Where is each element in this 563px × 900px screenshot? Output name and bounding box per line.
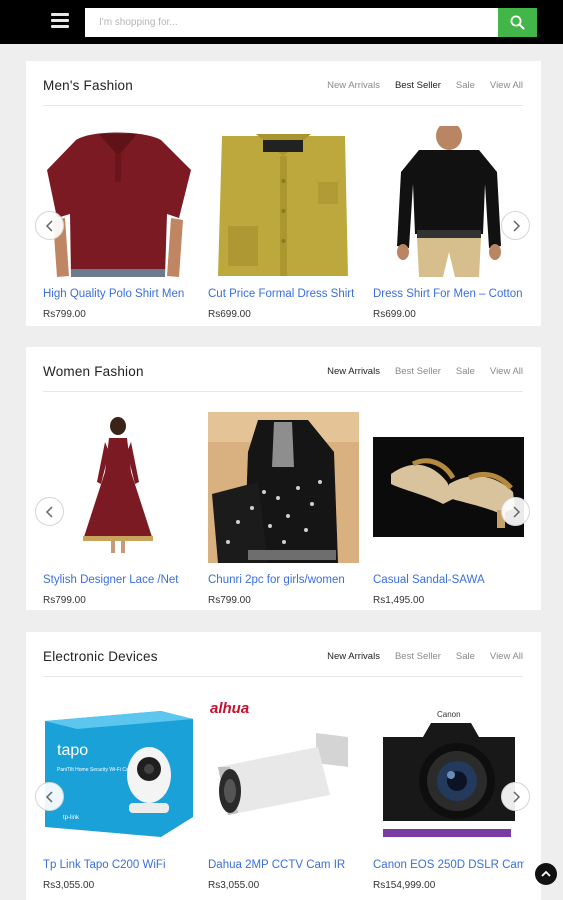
product-name[interactable]: Canon EOS 250D DSLR Camera [373, 859, 524, 877]
search-icon [510, 15, 525, 30]
carousel-prev-button[interactable] [35, 782, 64, 811]
product-image[interactable]: tapo Pan/Tilt Home Security Wi-Fi Camera… [43, 697, 194, 848]
section-header: Electronic Devices New Arrivals Best Sel… [43, 632, 523, 677]
tapo-logo: tapo [57, 742, 88, 759]
product-price: Rs799.00 [43, 309, 86, 320]
carousel-next-button[interactable] [501, 211, 530, 240]
chevron-right-icon [513, 506, 521, 518]
product-price: Rs1,495.00 [373, 595, 425, 606]
tab-new-arrivals[interactable]: New Arrivals [327, 651, 380, 662]
section-electronic-devices: Electronic Devices New Arrivals Best Sel… [26, 632, 541, 900]
section-title: Women Fashion [43, 364, 144, 379]
product-price: Rs799.00 [43, 595, 86, 606]
product-price: Rs699.00 [208, 309, 251, 320]
tab-best-seller[interactable]: Best Seller [395, 80, 441, 91]
chevron-left-icon [45, 506, 53, 518]
product-price: Rs154,999.00 [373, 880, 436, 891]
product-name[interactable]: High Quality Polo Shirt Men [43, 288, 194, 306]
tab-view-all[interactable]: View All [490, 80, 523, 91]
product-carousel: Stylish Designer Lace /Net Rs799.00 Chun… [43, 412, 524, 612]
chevron-left-icon [45, 791, 53, 803]
carousel-prev-button[interactable] [35, 497, 64, 526]
product-image[interactable] [208, 412, 359, 563]
tab-view-all[interactable]: View All [490, 651, 523, 662]
product-price: Rs699.00 [373, 309, 416, 320]
product-name[interactable]: Dress Shirt For Men – Cotton [373, 288, 524, 306]
section-title: Men's Fashion [43, 78, 133, 93]
product-name[interactable]: Casual Sandal-SAWA [373, 574, 524, 592]
top-bar [0, 0, 563, 44]
canon-logo: Canon [437, 710, 461, 719]
product-image[interactable] [43, 412, 194, 563]
back-to-top-button[interactable] [535, 863, 557, 885]
product-price: Rs3,055.00 [43, 880, 95, 891]
tab-sale[interactable]: Sale [456, 80, 475, 91]
hamburger-icon[interactable] [51, 13, 69, 29]
section-header: Men's Fashion New Arrivals Best Seller S… [43, 61, 523, 106]
chevron-right-icon [513, 220, 521, 232]
product-carousel: tapo Pan/Tilt Home Security Wi-Fi Camera… [43, 697, 524, 897]
product-image[interactable] [43, 126, 194, 277]
product-price: Rs3,055.00 [208, 880, 260, 891]
section-header: Women Fashion New Arrivals Best Seller S… [43, 347, 523, 392]
product-name[interactable]: Stylish Designer Lace /Net [43, 574, 194, 592]
tab-new-arrivals[interactable]: New Arrivals [327, 366, 380, 377]
product-carousel: High Quality Polo Shirt Men Rs799.00 Cut… [43, 126, 524, 326]
product-image[interactable] [373, 412, 524, 563]
tp-link-logo: tp-link [63, 815, 80, 821]
tab-best-seller[interactable]: Best Seller [395, 366, 441, 377]
carousel-prev-button[interactable] [35, 211, 64, 240]
tab-new-arrivals[interactable]: New Arrivals [327, 80, 380, 91]
chevron-up-icon [541, 870, 551, 877]
section-title: Electronic Devices [43, 649, 158, 664]
tab-view-all[interactable]: View All [490, 366, 523, 377]
product-image[interactable]: Canon [373, 697, 524, 848]
search-input[interactable] [85, 8, 498, 37]
product-image[interactable]: alhua [208, 697, 359, 848]
search-bar [85, 8, 537, 37]
product-name[interactable]: Tp Link Tapo C200 WiFi [43, 859, 194, 877]
carousel-next-button[interactable] [501, 782, 530, 811]
section-mens-fashion: Men's Fashion New Arrivals Best Seller S… [26, 61, 541, 326]
product-image[interactable] [373, 126, 524, 277]
product-image[interactable] [208, 126, 359, 277]
section-tabs: New Arrivals Best Seller Sale View All [312, 80, 523, 91]
search-button[interactable] [498, 8, 537, 37]
product-name[interactable]: Cut Price Formal Dress Shirt [208, 288, 359, 306]
dahua-logo: alhua [210, 700, 249, 717]
tab-best-seller[interactable]: Best Seller [395, 651, 441, 662]
tab-sale[interactable]: Sale [456, 651, 475, 662]
carousel-next-button[interactable] [501, 497, 530, 526]
chevron-right-icon [513, 791, 521, 803]
section-tabs: New Arrivals Best Seller Sale View All [312, 366, 523, 377]
chevron-left-icon [45, 220, 53, 232]
product-price: Rs799.00 [208, 595, 251, 606]
tab-sale[interactable]: Sale [456, 366, 475, 377]
section-tabs: New Arrivals Best Seller Sale View All [312, 651, 523, 662]
section-women-fashion: Women Fashion New Arrivals Best Seller S… [26, 347, 541, 610]
product-name[interactable]: Dahua 2MP CCTV Cam IR [208, 859, 359, 877]
product-name[interactable]: Chunri 2pc for girls/women [208, 574, 359, 592]
